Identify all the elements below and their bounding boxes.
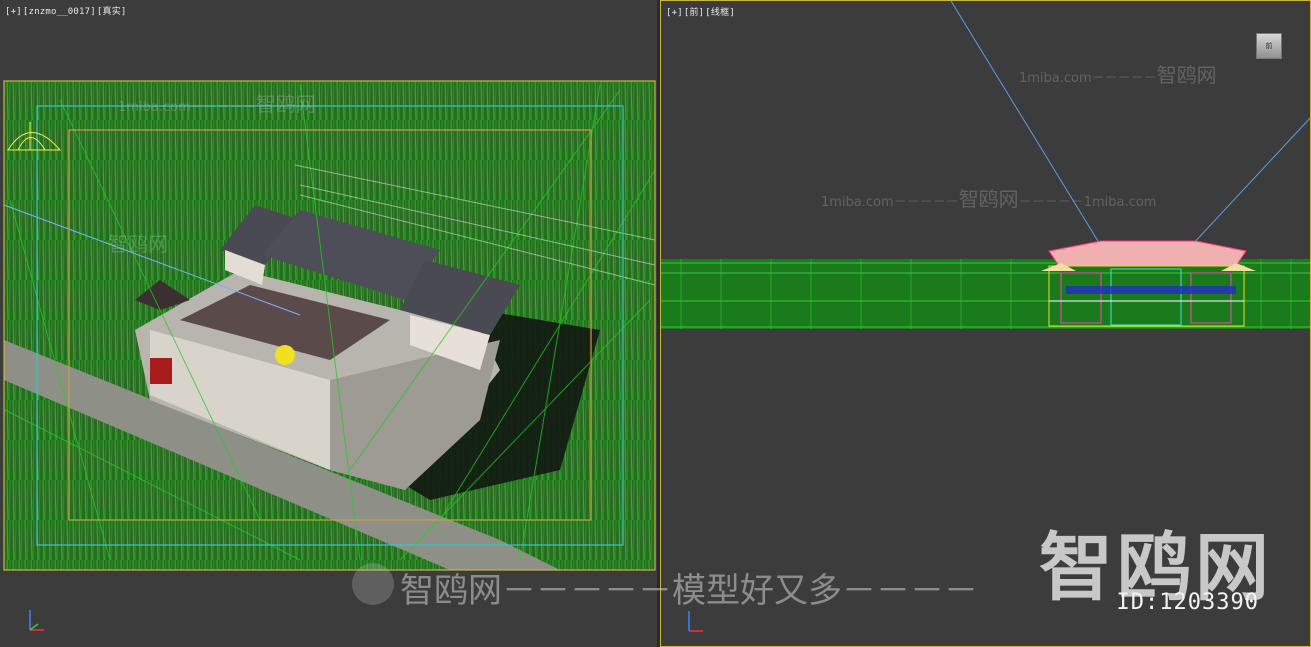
yellow-tree	[275, 345, 295, 365]
red-gate	[150, 358, 172, 384]
viewport-view-label[interactable]: [前]	[684, 8, 704, 18]
viewport-camera-label[interactable]: [znzmo__0017]	[23, 7, 96, 17]
watermark-domain-right-mid: 1miba.com－－－－－智鸥网－－－－－1miba.com	[821, 187, 1157, 211]
watermark-site-left: 智鸥网	[108, 232, 168, 256]
watermark-domain-left: 1miba.com－－－－－智鸥网	[118, 92, 316, 116]
viewport-perspective[interactable]: [+][znzmo__0017][真实] 1miba.com－－－－－智鸥网 智…	[0, 0, 658, 647]
watermark-logo-icon	[352, 563, 394, 605]
viewport-menu-plus-right[interactable]: [+]	[666, 8, 683, 18]
viewport-menu-plus[interactable]: [+]	[5, 7, 22, 17]
camera-line-2	[1190, 117, 1310, 247]
axis-tripod-icon	[29, 610, 44, 631]
watermark-domain-right-top: 1miba.com－－－－－智鸥网	[1019, 63, 1217, 87]
viewcube-icon[interactable]: 前	[1256, 33, 1282, 59]
watermark-id: ID:1203390	[1116, 590, 1259, 615]
viewport-label-right[interactable]: [+][前][线框]	[666, 5, 736, 18]
viewport-shading-label-right[interactable]: [线框]	[705, 8, 735, 18]
scene-render	[3, 80, 656, 571]
viewport-shading-label[interactable]: [真实]	[97, 7, 127, 17]
watermark-slogan: 智鸥网－－－－－模型好又多－－－－	[400, 571, 978, 611]
viewport-label-left[interactable]: [+][znzmo__0017][真实]	[5, 4, 128, 17]
